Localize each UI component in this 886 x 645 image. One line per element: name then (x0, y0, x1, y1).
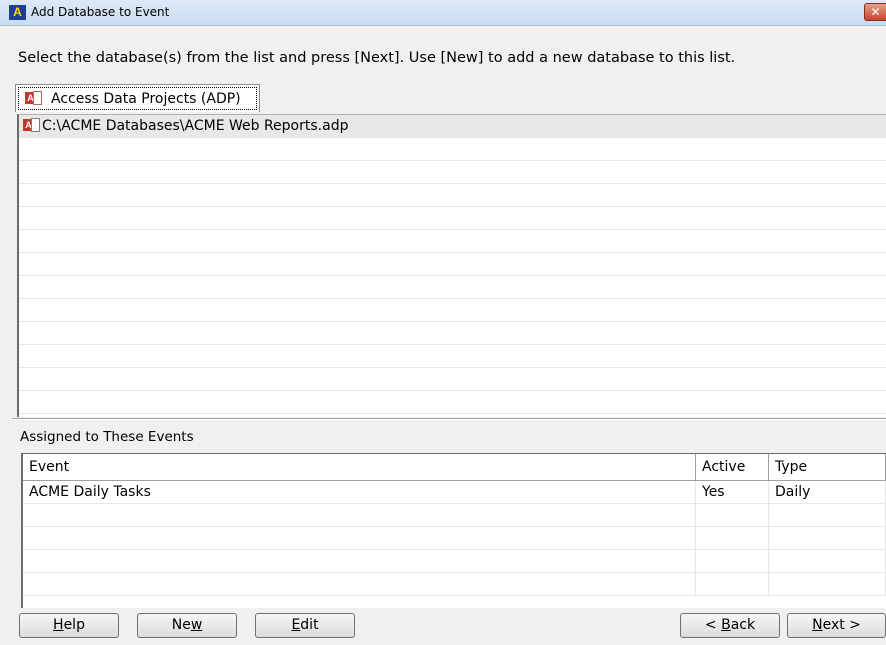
empty-list-row (19, 184, 886, 207)
empty-list-row (19, 207, 886, 230)
empty-list-row (19, 322, 886, 345)
empty-list-row (19, 230, 886, 253)
empty-list-row (19, 161, 886, 184)
empty-list-row (19, 276, 886, 299)
tab-access-data-projects[interactable]: A Access Data Projects (ADP) (15, 84, 260, 112)
edit-button[interactable]: Edit (255, 613, 355, 638)
splitter[interactable] (12, 418, 886, 420)
empty-grid-row (23, 527, 886, 550)
empty-grid-row (23, 550, 886, 573)
app-logo-icon: A (9, 5, 26, 20)
database-list-item[interactable]: A C:\ACME Databases\ACME Web Reports.adp (19, 115, 886, 138)
table-row[interactable]: ACME Daily Tasks Yes Daily (23, 481, 886, 504)
events-section-label: Assigned to These Events (20, 429, 194, 445)
empty-grid-row (23, 504, 886, 527)
empty-list-row (19, 345, 886, 368)
empty-list-row (19, 253, 886, 276)
column-header-active[interactable]: Active (696, 454, 769, 480)
event-type-cell: Daily (769, 481, 886, 503)
close-button[interactable]: ✕ (864, 3, 886, 21)
empty-list-row (19, 391, 886, 414)
empty-list-row (19, 138, 886, 161)
adp-file-icon: A (23, 118, 41, 134)
empty-grid-row (23, 573, 886, 596)
empty-list-row (19, 299, 886, 322)
help-button[interactable]: Help (19, 613, 119, 638)
database-path: C:\ACME Databases\ACME Web Reports.adp (42, 118, 349, 134)
database-list[interactable]: A C:\ACME Databases\ACME Web Reports.adp (17, 114, 886, 417)
column-header-event[interactable]: Event (23, 454, 696, 480)
instruction-text: Select the database(s) from the list and… (18, 50, 736, 66)
column-header-type[interactable]: Type (769, 454, 886, 480)
title-bar: A Add Database to Event ✕ (0, 0, 886, 26)
new-button[interactable]: New (137, 613, 237, 638)
events-grid[interactable]: Event Active Type ACME Daily Tasks Yes D… (21, 453, 886, 608)
adp-file-icon: A (25, 90, 43, 107)
back-button[interactable]: < Back (680, 613, 780, 638)
empty-list-row (19, 368, 886, 391)
tab-label: Access Data Projects (ADP) (51, 90, 241, 107)
event-name-cell: ACME Daily Tasks (23, 481, 696, 503)
next-button[interactable]: Next > (787, 613, 886, 638)
grid-header: Event Active Type (23, 454, 886, 481)
event-active-cell: Yes (696, 481, 769, 503)
window-title: Add Database to Event (31, 5, 170, 19)
tab-focus-outline: A Access Data Projects (ADP) (18, 87, 257, 110)
